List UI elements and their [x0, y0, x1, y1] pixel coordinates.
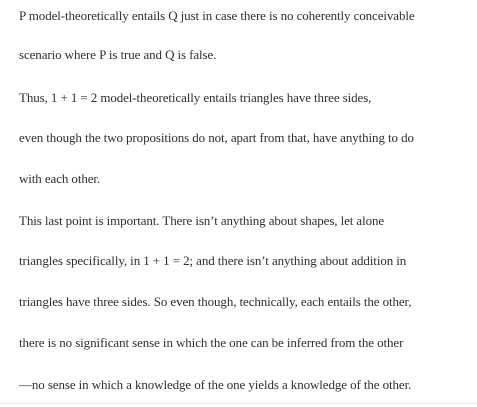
paragraph-2-line-1: Thus, 1 + 1 = 2 model-theoretically enta… [19, 90, 372, 105]
bottom-divider [0, 403, 477, 404]
paragraph-1-line-2: scenario where P is true and Q is false. [19, 47, 217, 62]
paragraph-3-line-5: —no sense in which a knowledge of the on… [19, 377, 412, 392]
paragraph-2-line-3: with each other. [19, 171, 101, 186]
paragraph-3-line-3: triangles have three sides. So even thou… [19, 294, 412, 309]
paragraph-2-line-2: even though the two propositions do not,… [19, 130, 414, 145]
paragraph-3-line-4: there is no significant sense in which t… [19, 335, 404, 350]
paragraph-3-line-1: This last point is important. There isn’… [19, 213, 385, 228]
paragraph-1-line-1: P model-theoretically entails Q just in … [19, 8, 415, 23]
paragraph-3-line-2: triangles specifically, in 1 + 1 = 2; an… [19, 253, 407, 268]
